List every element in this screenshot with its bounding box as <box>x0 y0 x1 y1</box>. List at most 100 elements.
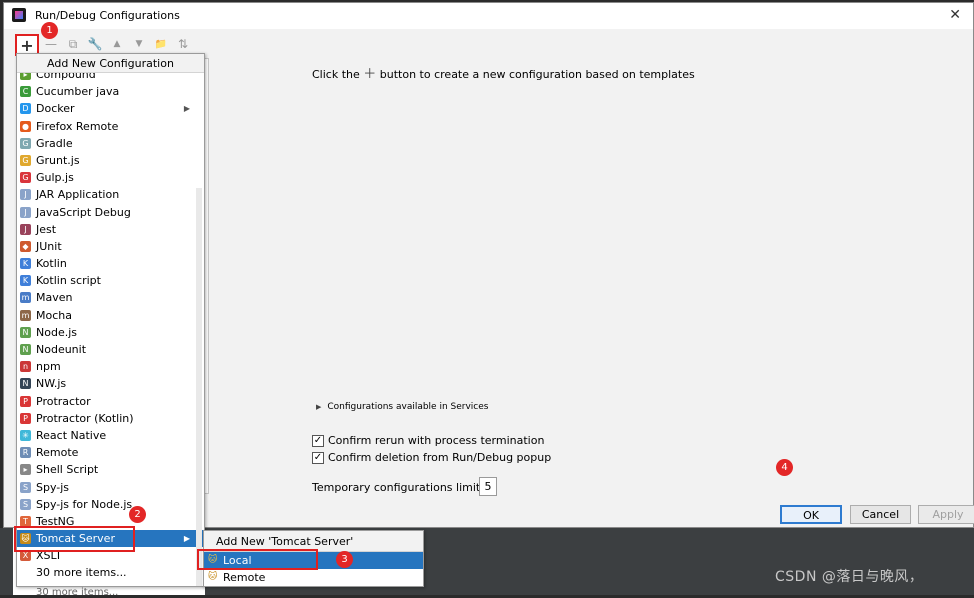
menu-item[interactable]: K Kotlin script <box>17 272 204 289</box>
grunt-icon: G <box>20 154 31 166</box>
junit-icon: ◆ <box>20 240 31 252</box>
configuration-type-list: ▸ Compound C Cucumber java D Docker ▶ ● Firefox … <box>17 66 204 582</box>
gradle-icon: G <box>20 137 31 149</box>
dialog-title: Run/Debug Configurations <box>35 9 180 22</box>
menu-item[interactable]: ▸ Shell Script <box>17 461 204 478</box>
empty-hint: Click the ＋ button to create a new confi… <box>312 63 695 82</box>
watermark: CSDN @落日与晚风， <box>775 569 924 585</box>
menu-item[interactable]: N Node.js <box>17 324 204 341</box>
menu-item[interactable]: 30 more items... <box>17 564 204 581</box>
menu-item[interactable]: n npm <box>17 358 204 375</box>
menu-item-label: Docker <box>36 102 75 116</box>
confirm-rerun-row[interactable]: ✓ Confirm rerun with process termination <box>312 434 544 447</box>
menu-item[interactable]: J JAR Application <box>17 186 204 203</box>
menu-item[interactable]: P Protractor (Kotlin) <box>17 410 204 427</box>
step-badge-3: 3 <box>336 551 353 568</box>
step-badge-2: 2 <box>129 506 146 523</box>
menu-item-label: Kotlin script <box>36 274 101 288</box>
maven-icon: m <box>20 292 31 304</box>
confirm-delete-checkbox[interactable]: ✓ <box>312 451 324 464</box>
confirm-rerun-checkbox[interactable]: ✓ <box>312 434 324 447</box>
firefox-icon: ● <box>20 120 31 132</box>
temp-limit-input[interactable]: 5 <box>479 477 497 496</box>
intellij-logo-icon <box>12 8 26 22</box>
confirm-delete-label: Confirm deletion from Run/Debug popup <box>328 451 552 464</box>
menu-item[interactable]: C Cucumber java <box>17 83 204 100</box>
docker-icon: D <box>20 103 31 115</box>
step-badge-1: 1 <box>41 22 58 39</box>
popup-scrollbar[interactable] <box>196 188 202 586</box>
background-more-items: 30 more items... <box>36 587 119 598</box>
menu-item[interactable]: ✳ React Native <box>17 427 204 444</box>
confirm-delete-row[interactable]: ✓ Confirm deletion from Run/Debug popup <box>312 451 551 464</box>
menu-item[interactable]: N Nodeunit <box>17 341 204 358</box>
sort-button[interactable]: ⇅ <box>174 35 192 53</box>
services-section[interactable]: ▶ Configurations available in Services <box>316 402 488 412</box>
title-bar: Run/Debug Configurations ✕ <box>4 3 973 29</box>
mocha-icon: m <box>20 309 31 321</box>
menu-item[interactable]: S Spy-js for Node.js <box>17 496 204 513</box>
protractor-icon: P <box>20 395 31 407</box>
menu-item[interactable]: J JavaScript Debug <box>17 204 204 221</box>
cucumber-icon: C <box>20 86 31 98</box>
menu-item[interactable]: J Jest <box>17 221 204 238</box>
menu-item[interactable]: G Gulp.js <box>17 169 204 186</box>
menu-item-label: npm <box>36 360 61 374</box>
menu-item-label: JAR Application <box>36 188 120 202</box>
kotlin-icon: K <box>20 258 31 270</box>
menu-item[interactable]: S Spy-js <box>17 479 204 496</box>
menu-item-label: Protractor <box>36 394 91 408</box>
submenu-item-remote[interactable]: 🐱 Remote <box>204 569 423 586</box>
menu-item[interactable]: D Docker ▶ <box>17 100 204 117</box>
menu-item[interactable]: P Protractor <box>17 393 204 410</box>
menu-item-label: Gulp.js <box>36 171 74 185</box>
menu-item-label: Grunt.js <box>36 153 80 167</box>
ok-button[interactable]: OK <box>780 505 842 524</box>
move-down-button[interactable]: ▼ <box>130 35 148 53</box>
npm-icon: n <box>20 361 31 373</box>
protractor-kotlin-icon: P <box>20 412 31 424</box>
menu-item-label: JUnit <box>36 239 62 253</box>
menu-item-label: Shell Script <box>36 463 99 477</box>
spyjs-icon: S <box>20 481 31 493</box>
menu-item-label: Firefox Remote <box>36 119 119 133</box>
menu-item[interactable]: N NW.js <box>17 375 204 392</box>
folder-button[interactable]: 📁 <box>152 35 170 53</box>
plus-icon: ＋ <box>363 67 377 82</box>
menu-item[interactable]: R Remote <box>17 444 204 461</box>
menu-item-label: Jest <box>36 222 57 236</box>
config-toolbar: + — ⧉ 🔧 ▲ ▼ 📁 ⇅ <box>4 33 214 56</box>
close-icon[interactable]: ✕ <box>949 7 961 23</box>
copy-configuration-button[interactable]: ⧉ <box>64 35 82 53</box>
step-badge-4: 4 <box>776 459 793 476</box>
nodeunit-icon: N <box>20 344 31 355</box>
menu-item-label: Gradle <box>36 136 73 150</box>
gulp-icon: G <box>20 172 31 184</box>
submenu-arrow-icon: ▶ <box>183 534 190 544</box>
menu-item-label: Spy-js for Node.js <box>36 497 133 511</box>
menu-item[interactable]: K Kotlin <box>17 255 204 272</box>
menu-item[interactable]: m Maven <box>17 289 204 306</box>
menu-item-label: 30 more items... <box>36 566 127 580</box>
popup-header: Add New Configuration <box>17 54 204 73</box>
menu-item-label: Mocha <box>36 308 72 322</box>
submenu-item-label: Remote <box>223 571 266 584</box>
jest-icon: J <box>20 223 31 235</box>
apply-button[interactable]: Apply <box>918 505 974 524</box>
edit-templates-wrench-icon[interactable]: 🔧 <box>86 35 104 53</box>
menu-item[interactable]: G Grunt.js <box>17 152 204 169</box>
menu-item[interactable]: G Gradle <box>17 135 204 152</box>
menu-item-label: Nodeunit <box>36 343 87 356</box>
menu-item-label: NW.js <box>36 377 67 391</box>
menu-item-label: React Native <box>36 428 107 442</box>
menu-item-label: Cucumber java <box>36 85 120 99</box>
menu-item[interactable]: ◆ JUnit <box>17 238 204 255</box>
tomcat-icon: 🐱 <box>208 572 218 582</box>
menu-item-label: Kotlin <box>36 257 67 271</box>
menu-item-label: Remote <box>36 446 79 460</box>
menu-item[interactable]: m Mocha <box>17 307 204 324</box>
shell-icon: ▸ <box>20 464 31 476</box>
cancel-button[interactable]: Cancel <box>850 505 911 524</box>
move-up-button[interactable]: ▲ <box>108 35 126 53</box>
menu-item[interactable]: ● Firefox Remote <box>17 118 204 135</box>
